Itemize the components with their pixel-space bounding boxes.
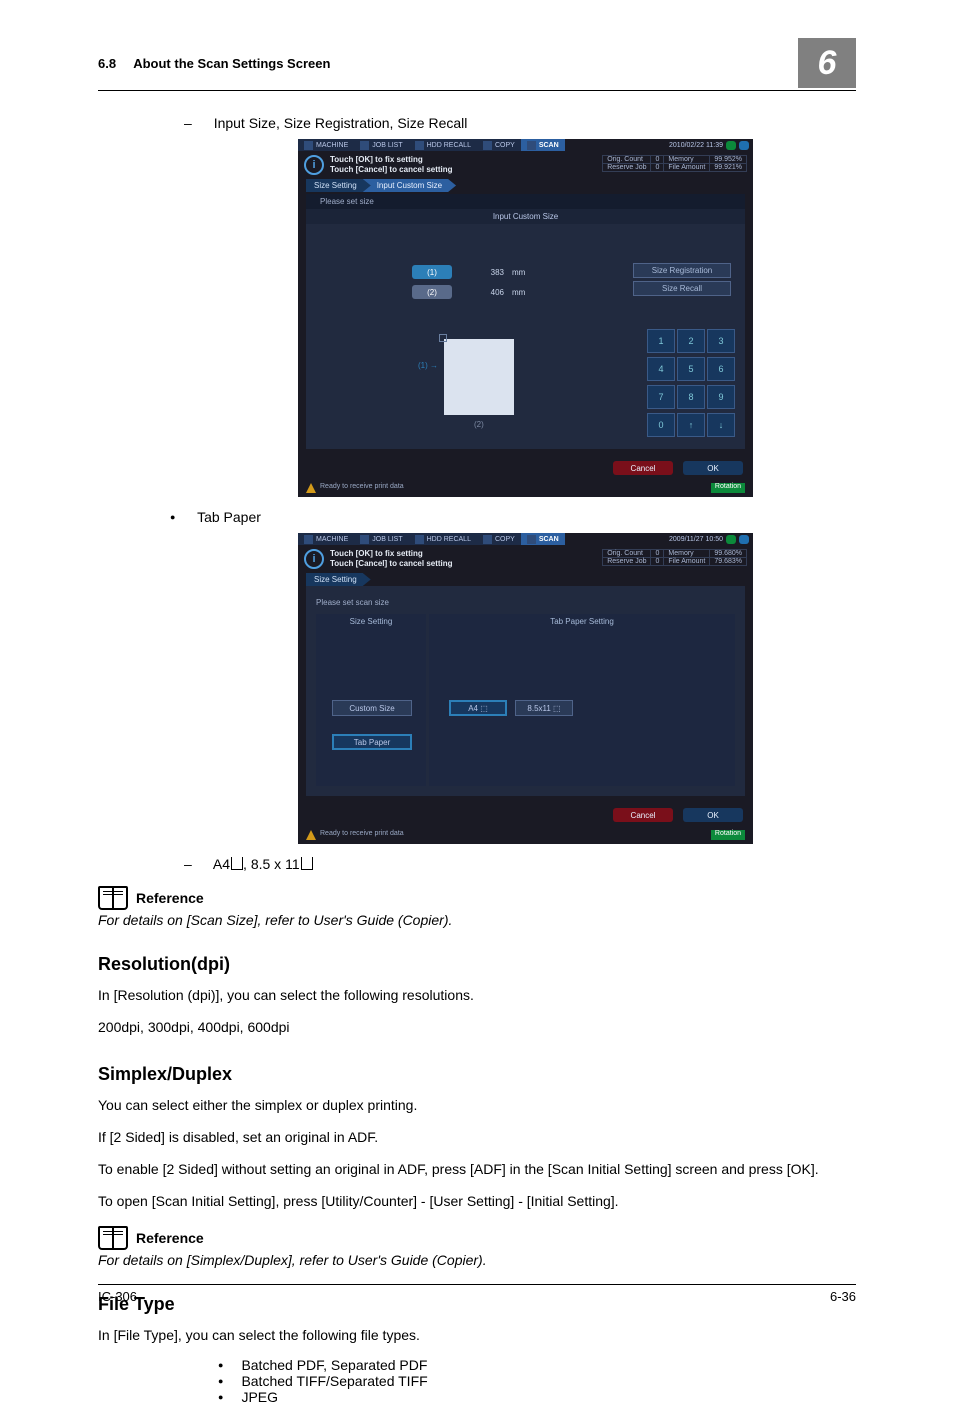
info-icon: i	[304, 549, 324, 569]
paragraph: If [2 Sided] is disabled, set an origina…	[98, 1127, 856, 1147]
paper-preview: (1) → (2)	[444, 339, 514, 415]
tab-paper-button[interactable]: Tab Paper	[332, 734, 412, 750]
reference-text: For details on [Scan Size], refer to Use…	[98, 912, 856, 928]
app-tabs: MACHINE JOB LIST HDD RECALL COPY SCAN 20…	[298, 139, 753, 151]
section-title: About the Scan Settings Screen	[133, 56, 330, 71]
app-tabs: MACHINE JOB LIST HDD RECALL COPY SCAN 20…	[298, 533, 753, 545]
page-header: 6.8 About the Scan Settings Screen 6	[98, 38, 856, 91]
ok-button[interactable]: OK	[683, 461, 743, 475]
a4-button[interactable]: A4 ⬚	[449, 700, 507, 716]
reference-text: For details on [Simplex/Duplex], refer t…	[98, 1252, 856, 1268]
reference-block: Reference	[98, 886, 856, 910]
heading-simplex: Simplex/Duplex	[98, 1064, 856, 1085]
breadcrumb: Size Setting	[298, 573, 753, 586]
paragraph: In [Resolution (dpi)], you can select th…	[98, 985, 856, 1005]
numeric-keypad: 123 456 789 0↑↓	[647, 329, 733, 437]
paragraph: 200dpi, 300dpi, 400dpi, 600dpi	[98, 1017, 856, 1037]
filetype-list: Batched PDF, Separated PDF Batched TIFF/…	[218, 1357, 856, 1405]
section-number: 6.8	[98, 56, 116, 71]
dim1-button[interactable]: (1)	[412, 265, 452, 279]
dim2-button[interactable]: (2)	[412, 285, 452, 299]
letter-button[interactable]: 8.5x11 ⬚	[515, 700, 573, 716]
screenshot-input-size: MACHINE JOB LIST HDD RECALL COPY SCAN 20…	[298, 139, 753, 497]
chapter-badge: 6	[798, 38, 856, 88]
info-icon: i	[304, 155, 324, 175]
footer-right: 6-36	[830, 1289, 856, 1304]
breadcrumb: Size Setting Input Custom Size	[298, 179, 753, 192]
list-item: A4, 8.5 x 11	[184, 856, 856, 872]
footer-left: IC-306	[98, 1289, 137, 1304]
book-icon	[98, 1226, 128, 1250]
heading-resolution: Resolution(dpi)	[98, 954, 856, 975]
cancel-button[interactable]: Cancel	[613, 808, 673, 822]
ok-button[interactable]: OK	[683, 808, 743, 822]
size-registration-button[interactable]: Size Registration	[633, 263, 731, 278]
list-item: Tab Paper	[170, 509, 856, 525]
cancel-button[interactable]: Cancel	[613, 461, 673, 475]
paragraph: To enable [2 Sided] without setting an o…	[98, 1159, 856, 1179]
warning-icon	[306, 830, 316, 840]
paragraph: You can select either the simplex or dup…	[98, 1095, 856, 1115]
paragraph: To open [Scan Initial Setting], press [U…	[98, 1191, 856, 1211]
screenshot-tab-paper: MACHINE JOB LIST HDD RECALL COPY SCAN 20…	[298, 533, 753, 844]
reference-block: Reference	[98, 1226, 856, 1250]
hint-text: Please set size	[306, 194, 745, 209]
book-icon	[98, 886, 128, 910]
page-footer: IC-306 6-36	[98, 1284, 856, 1304]
warning-icon	[306, 483, 316, 493]
custom-size-button[interactable]: Custom Size	[332, 700, 412, 716]
list-item: Input Size, Size Registration, Size Reca…	[184, 115, 856, 131]
paragraph: In [File Type], you can select the follo…	[98, 1325, 856, 1345]
size-recall-button[interactable]: Size Recall	[633, 281, 731, 296]
